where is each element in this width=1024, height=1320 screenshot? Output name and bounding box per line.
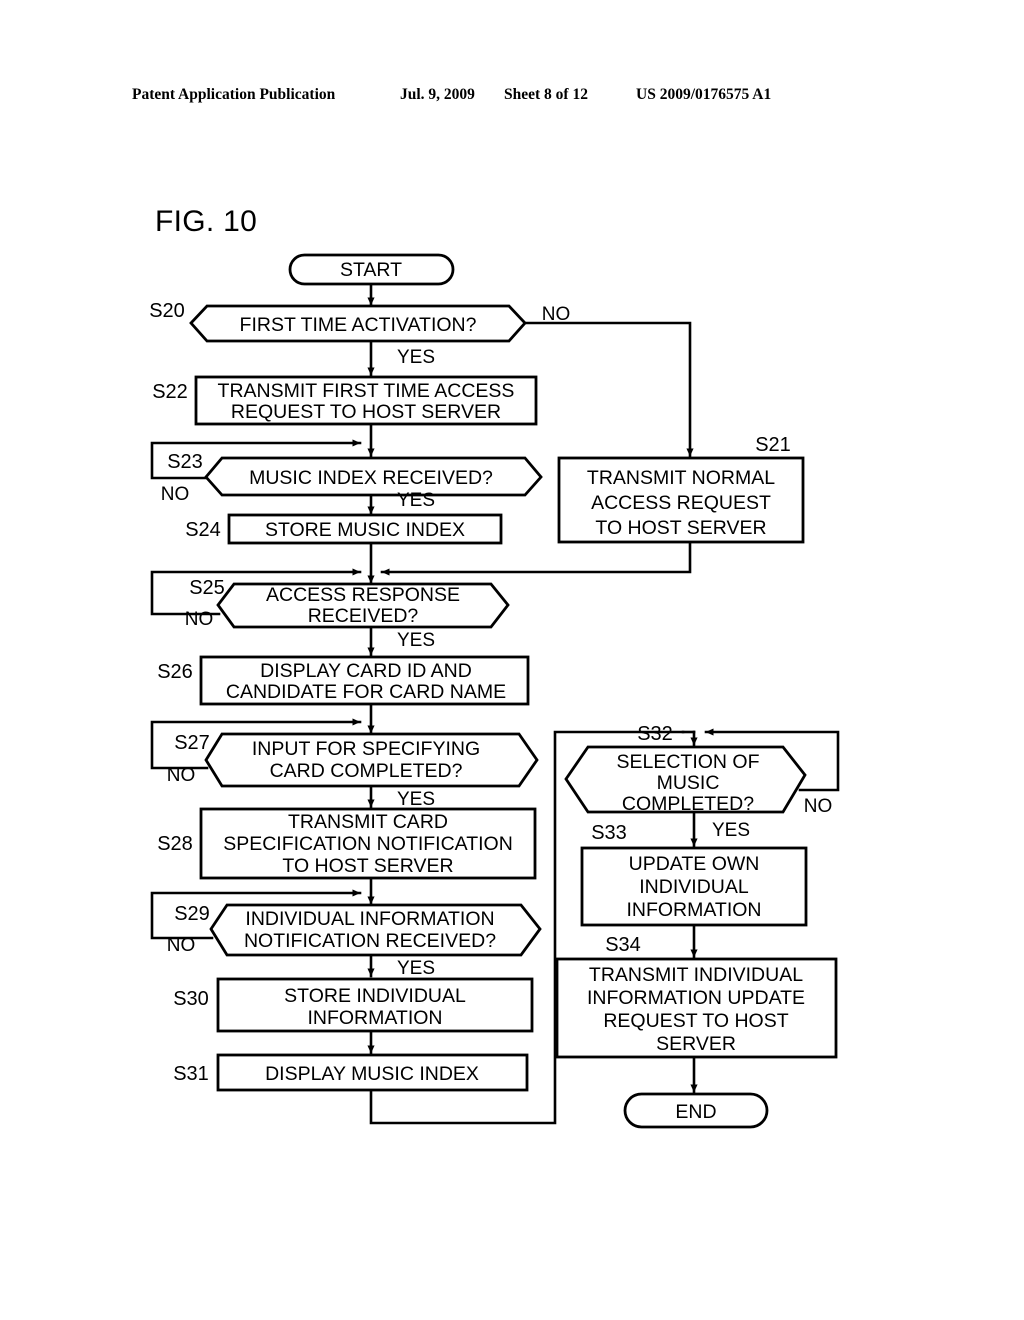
step-s24: STORE MUSIC INDEX S24 bbox=[185, 513, 503, 545]
step-s25-id: S25 bbox=[189, 577, 225, 599]
step-s29-line2: NOTIFICATION RECEIVED? bbox=[244, 930, 496, 952]
step-s30-id: S30 bbox=[173, 988, 209, 1010]
step-s21-line1: TRANSMIT NORMAL bbox=[587, 467, 775, 489]
step-s25-line1: ACCESS RESPONSE bbox=[266, 584, 460, 606]
step-s24-line1: STORE MUSIC INDEX bbox=[265, 519, 465, 541]
s20-no-label: NO bbox=[542, 304, 571, 325]
s32-yes-label: YES bbox=[712, 820, 750, 841]
step-s29: INDIVIDUAL INFORMATION NOTIFICATION RECE… bbox=[167, 903, 542, 979]
step-s34: TRANSMIT INDIVIDUAL INFORMATION UPDATE R… bbox=[555, 934, 838, 1059]
s23-no-label: NO bbox=[161, 484, 190, 505]
step-s32-id: S32 bbox=[637, 723, 673, 745]
step-s28-line1: TRANSMIT CARD bbox=[288, 811, 448, 833]
step-s30-line2: INFORMATION bbox=[307, 1007, 442, 1029]
step-s21-line2: ACCESS REQUEST bbox=[591, 492, 771, 514]
s25-no-label: NO bbox=[185, 609, 214, 630]
step-s21: TRANSMIT NORMAL ACCESS REQUEST TO HOST S… bbox=[557, 434, 805, 544]
step-s28-line2: SPECIFICATION NOTIFICATION bbox=[223, 833, 513, 855]
step-s27-id: S27 bbox=[174, 732, 210, 754]
step-s34-line4: SERVER bbox=[656, 1033, 736, 1055]
step-s33-line1: UPDATE OWN bbox=[629, 853, 760, 875]
terminal-start-label: START bbox=[340, 259, 402, 281]
step-s27-line2: CARD COMPLETED? bbox=[270, 760, 463, 782]
step-s25-line2: RECEIVED? bbox=[308, 605, 419, 627]
step-s25: ACCESS RESPONSE RECEIVED? S25 NO YES bbox=[185, 577, 510, 651]
step-s22: TRANSMIT FIRST TIME ACCESS REQUEST TO HO… bbox=[152, 375, 538, 426]
step-s34-line1: TRANSMIT INDIVIDUAL bbox=[589, 964, 803, 986]
s23-yes-label: YES bbox=[397, 490, 435, 511]
step-s31: DISPLAY MUSIC INDEX S31 bbox=[173, 1053, 529, 1092]
step-s20: FIRST TIME ACTIVATION? S20 NO YES bbox=[149, 300, 570, 368]
step-s29-id: S29 bbox=[174, 903, 210, 925]
s29-no-label: NO bbox=[167, 935, 196, 956]
step-s32-line1: SELECTION OF bbox=[616, 751, 759, 773]
step-s34-line2: INFORMATION UPDATE bbox=[587, 987, 805, 1009]
step-s26-line2: CANDIDATE FOR CARD NAME bbox=[226, 681, 506, 703]
step-s26: DISPLAY CARD ID AND CANDIDATE FOR CARD N… bbox=[157, 655, 530, 706]
step-s28-id: S28 bbox=[157, 833, 193, 855]
step-s32-line2: MUSIC bbox=[657, 772, 720, 794]
step-s22-line2: REQUEST TO HOST SERVER bbox=[231, 401, 501, 423]
s25-yes-label: YES bbox=[397, 630, 435, 651]
step-s27: INPUT FOR SPECIFYING CARD COMPLETED? S27… bbox=[167, 732, 539, 810]
step-s34-id: S34 bbox=[605, 934, 641, 956]
step-s27-line1: INPUT FOR SPECIFYING bbox=[252, 738, 480, 760]
step-s23-text: MUSIC INDEX RECEIVED? bbox=[249, 467, 493, 489]
step-s28: TRANSMIT CARD SPECIFICATION NOTIFICATION… bbox=[157, 807, 537, 880]
step-s23: MUSIC INDEX RECEIVED? S23 NO YES bbox=[161, 451, 543, 511]
s32-no-label: NO bbox=[804, 796, 833, 817]
s27-yes-label: YES bbox=[397, 789, 435, 810]
step-s33-id: S33 bbox=[591, 822, 627, 844]
terminal-end-label: END bbox=[675, 1101, 716, 1123]
step-s31-line1: DISPLAY MUSIC INDEX bbox=[265, 1063, 479, 1085]
terminal-end: END bbox=[623, 1092, 769, 1129]
patent-page: Patent Application Publication Jul. 9, 2… bbox=[0, 0, 1024, 1320]
step-s31-id: S31 bbox=[173, 1063, 209, 1085]
step-s20-id: S20 bbox=[149, 300, 185, 322]
step-s22-id: S22 bbox=[152, 381, 188, 403]
s20-yes-label: YES bbox=[397, 347, 435, 368]
step-s30-line1: STORE INDIVIDUAL bbox=[284, 985, 466, 1007]
step-s22-line1: TRANSMIT FIRST TIME ACCESS bbox=[218, 380, 515, 402]
step-s21-line3: TO HOST SERVER bbox=[595, 517, 766, 539]
step-s33-line2: INDIVIDUAL bbox=[639, 876, 749, 898]
terminal-start: START bbox=[288, 253, 455, 286]
s27-no-label: NO bbox=[167, 765, 196, 786]
step-s34-line3: REQUEST TO HOST bbox=[603, 1010, 788, 1032]
step-s24-id: S24 bbox=[185, 519, 221, 541]
step-s33-line3: INFORMATION bbox=[626, 899, 761, 921]
step-s30: STORE INDIVIDUAL INFORMATION S30 bbox=[173, 977, 534, 1033]
step-s28-line3: TO HOST SERVER bbox=[282, 855, 453, 877]
step-s21-id: S21 bbox=[755, 434, 791, 456]
step-s20-text: FIRST TIME ACTIVATION? bbox=[240, 314, 477, 336]
step-s23-id: S23 bbox=[167, 451, 203, 473]
flowchart-svg: START FIRST TIME ACTIVATION? S20 NO YES … bbox=[149, 253, 840, 1129]
step-s26-line1: DISPLAY CARD ID AND bbox=[260, 660, 472, 682]
step-s26-id: S26 bbox=[157, 661, 193, 683]
s29-yes-label: YES bbox=[397, 958, 435, 979]
step-s32-line3: COMPLETED? bbox=[622, 793, 754, 815]
step-s29-line1: INDIVIDUAL INFORMATION bbox=[245, 908, 494, 930]
